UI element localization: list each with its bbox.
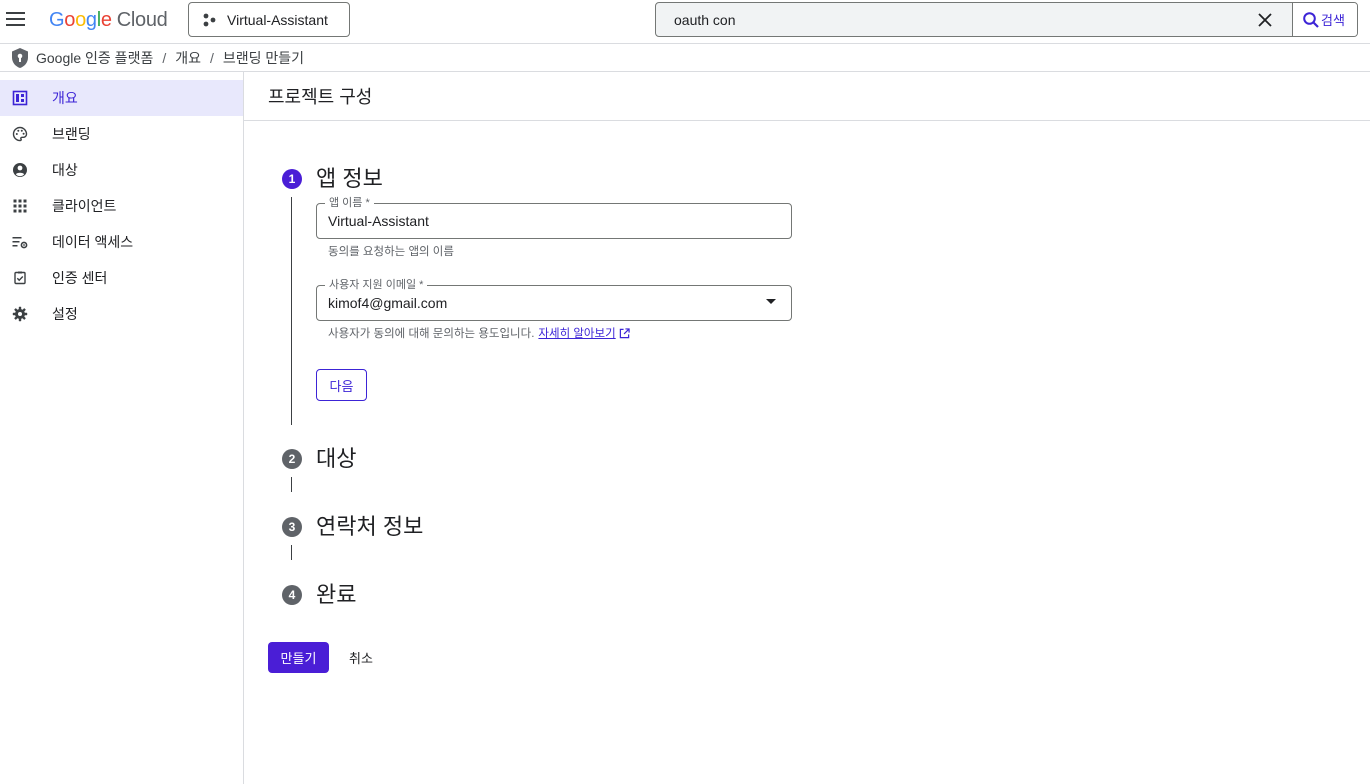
- shield-icon: [12, 47, 28, 68]
- breadcrumb-separator: /: [209, 49, 214, 66]
- dashboard-icon: [12, 90, 28, 106]
- step-connector: [291, 545, 292, 560]
- step-title-audience[interactable]: 대상: [316, 441, 356, 473]
- project-picker-button[interactable]: Virtual-Assistant: [188, 2, 350, 37]
- support-email-value: kimof4@gmail.com: [328, 295, 448, 311]
- learn-more-link[interactable]: 자세히 알아보기: [538, 325, 615, 341]
- google-cloud-logo[interactable]: Google Cloud: [49, 8, 168, 32]
- breadcrumb-separator: /: [162, 49, 167, 66]
- search-button[interactable]: 검색: [1292, 3, 1357, 36]
- step-title-app-info[interactable]: 앱 정보: [316, 161, 383, 193]
- step-title-contact-info[interactable]: 연락처 정보: [316, 509, 423, 541]
- project-name: Virtual-Assistant: [227, 11, 328, 28]
- sidebar-item-branding[interactable]: 브랜딩: [0, 116, 243, 152]
- support-email-hint-text: 사용자가 동의에 대해 문의하는 용도입니다.: [328, 328, 535, 340]
- step-title-finish[interactable]: 완료: [316, 577, 356, 609]
- search-button-label: 검색: [1321, 13, 1345, 28]
- app-name-field: 앱 이름 *: [316, 196, 792, 239]
- page-header: 프로젝트 구성: [244, 72, 1370, 121]
- sidebar-item-label: 개요: [52, 90, 78, 106]
- support-email-hint: 사용자가 동의에 대해 문의하는 용도입니다. 자세히 알아보기: [328, 325, 630, 341]
- palette-icon: [12, 126, 28, 142]
- sidebar-item-label: 인증 센터: [52, 270, 108, 286]
- breadcrumb: Google 인증 플랫폼 / 개요 / 브랜딩 만들기: [0, 44, 1370, 72]
- sidebar-item-label: 대상: [52, 162, 78, 178]
- close-icon[interactable]: [1256, 11, 1274, 29]
- page-title: 프로젝트 구성: [268, 87, 373, 107]
- sidebar-item-label: 브랜딩: [52, 126, 91, 142]
- sidebar-item-settings[interactable]: 설정: [0, 296, 243, 332]
- sidebar-item-clients[interactable]: 클라이언트: [0, 188, 243, 224]
- search-input[interactable]: [656, 3, 1276, 36]
- support-email-label: 사용자 지원 이메일 *: [325, 278, 428, 292]
- sidebar-item-label: 클라이언트: [52, 198, 117, 214]
- app-name-label: 앱 이름 *: [325, 196, 374, 210]
- sidebar-item-label: 데이터 액세스: [52, 234, 134, 250]
- app-name-hint: 동의를 요청하는 앱의 이름: [328, 243, 454, 259]
- top-bar: GoogleCloud Virtual-Assistant 검색: [0, 0, 1370, 44]
- step-connector: [291, 477, 292, 492]
- project-hub-icon: [203, 13, 216, 26]
- breadcrumb-item-current: 브랜딩 만들기: [222, 49, 305, 66]
- step-number-1: 1: [282, 169, 302, 189]
- breadcrumb-item-overview[interactable]: 개요: [175, 48, 201, 68]
- breadcrumb-item-auth-platform[interactable]: Google 인증 플랫폼: [36, 48, 153, 68]
- sidebar-item-overview[interactable]: 개요: [0, 80, 243, 116]
- verified-check-icon: [14, 271, 26, 285]
- cancel-button[interactable]: 취소: [340, 642, 382, 673]
- sidebar: 개요 브랜딩 대상 클라이언트 데이터 액세스 인증 센터 설정: [0, 72, 244, 784]
- account-circle-icon: [13, 163, 27, 177]
- main-content: 프로젝트 구성 1 앱 정보 앱 이름 * 동의를 요청하는 앱의 이름 kim…: [244, 72, 1370, 784]
- step-connector: [291, 197, 292, 425]
- main-menu-icon[interactable]: [6, 8, 26, 36]
- sidebar-item-audience[interactable]: 대상: [0, 152, 243, 188]
- gear-icon: [12, 306, 28, 322]
- support-email-select[interactable]: kimof4@gmail.com 사용자 지원 이메일 *: [316, 278, 792, 321]
- apps-grid-icon: [13, 199, 27, 213]
- next-button[interactable]: 다음: [316, 369, 367, 401]
- step-number-2: 2: [282, 449, 302, 469]
- sidebar-item-data-access[interactable]: 데이터 액세스: [0, 224, 243, 260]
- step-number-3: 3: [282, 517, 302, 537]
- app-name-hint-text: 동의를 요청하는 앱의 이름: [328, 246, 454, 258]
- external-link-icon[interactable]: [619, 327, 630, 339]
- sidebar-item-label: 설정: [52, 306, 78, 322]
- step-number-4: 4: [282, 585, 302, 605]
- create-button[interactable]: 만들기: [268, 642, 329, 673]
- search-bar: 검색: [655, 2, 1358, 37]
- app-name-input[interactable]: [317, 204, 791, 238]
- search-icon: [1303, 11, 1319, 28]
- data-settings-icon: [12, 237, 28, 249]
- sidebar-item-verification-center[interactable]: 인증 센터: [0, 260, 243, 296]
- dropdown-arrow-icon: [766, 299, 776, 304]
